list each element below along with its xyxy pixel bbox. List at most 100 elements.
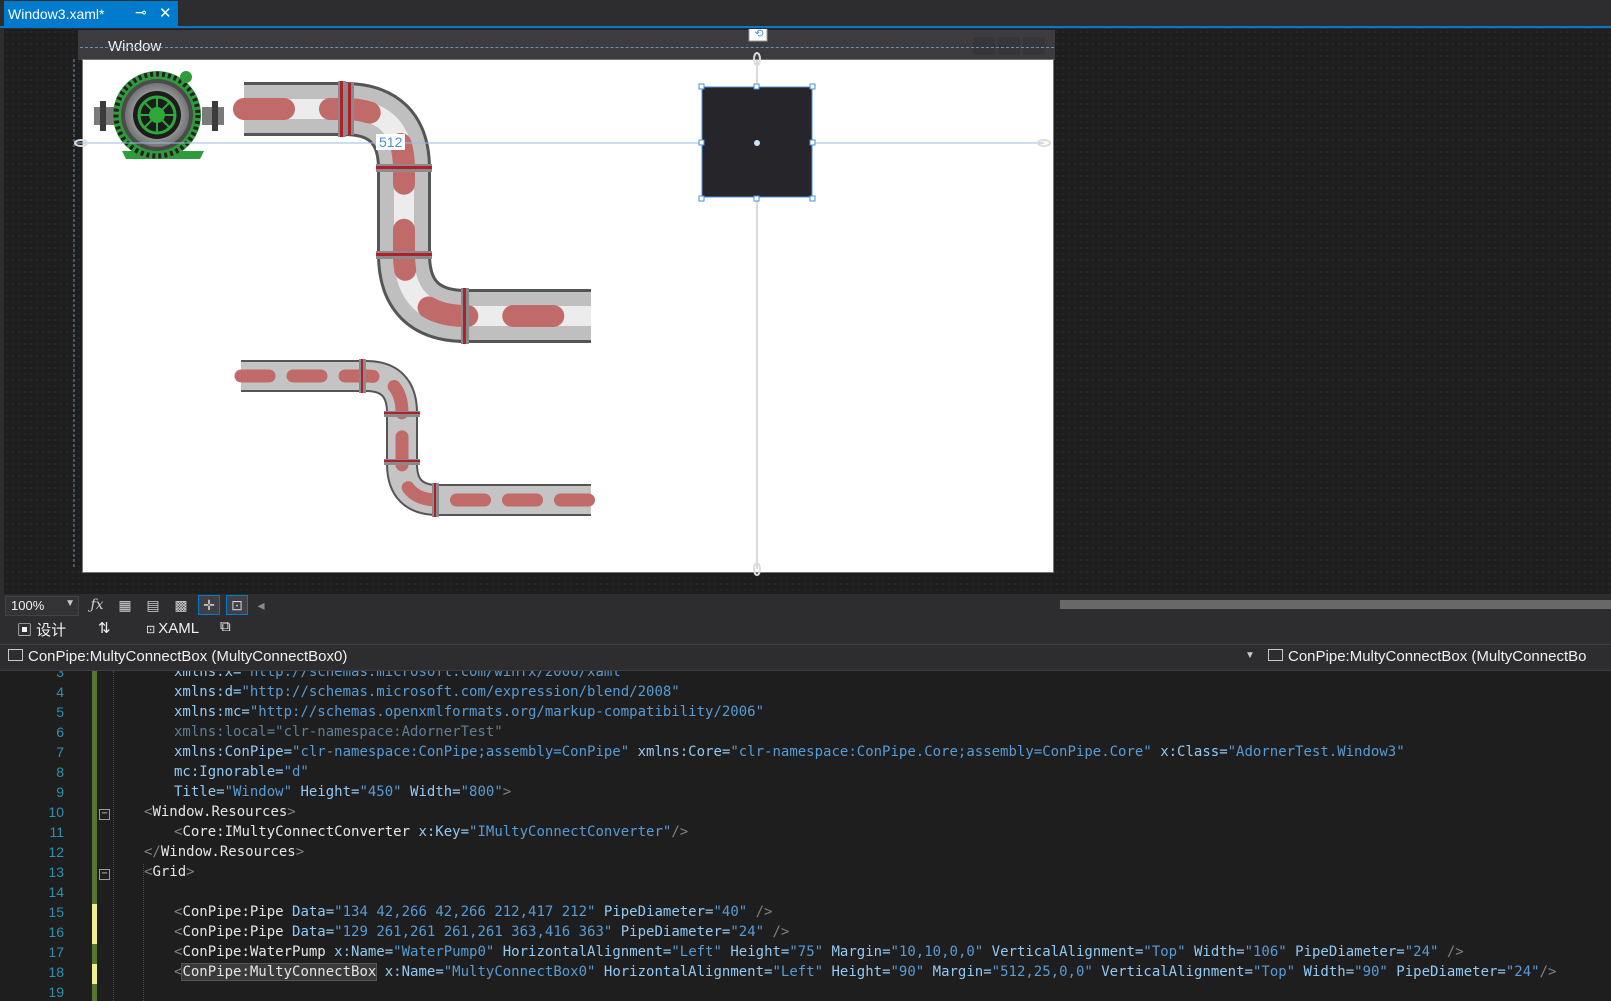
code-token: "106" [1244, 944, 1287, 960]
snap-to-snaplines-icon[interactable]: ⊡ [226, 595, 248, 615]
code-line[interactable]: 7 xmlns:ConPipe="clr-namespace:ConPipe;as… [0, 744, 1611, 764]
code-text: <Window.Resources> [144, 804, 296, 820]
line-number: 13 [48, 864, 64, 880]
code-text: <ConPipe:WaterPump x:Name="WaterPump0" H… [174, 944, 1464, 960]
tab-xaml[interactable]: ⊡ XAML [146, 620, 199, 637]
code-line[interactable]: 11 <Core:IMultyConnectConverter x:Key="IM… [0, 824, 1611, 844]
code-line[interactable]: 18 <ConPipe:MultyConnectBox x:Name="Multy… [0, 963, 1611, 984]
snap-to-gridlines-icon[interactable]: ✛ [198, 595, 220, 615]
multy-connect-box[interactable] [698, 83, 816, 202]
code-token: PipeDiameter= [595, 904, 714, 920]
code-line[interactable]: 6 xmlns:local="clr-namespace:AdornerTest" [0, 724, 1611, 744]
code-token: ConPipe:MultyConnectBox [181, 963, 378, 981]
code-line[interactable]: 15 <ConPipe:Pipe Data="134 42,266 42,266 … [0, 904, 1611, 924]
xaml-code-editor[interactable]: 3 xmlns:x="http://schemas.microsoft.com/w… [0, 671, 1611, 1001]
code-line[interactable]: 14 [0, 884, 1611, 904]
document-tab-strip: Window3.xaml* ⊸ ✕ [0, 0, 1611, 28]
code-line[interactable]: 16 <ConPipe:Pipe Data="129 261,261 261,26… [0, 924, 1611, 944]
line-number: 6 [56, 724, 64, 740]
pipe-small[interactable] [234, 359, 598, 517]
horizontal-scrollbar[interactable] [1060, 600, 1611, 609]
code-line[interactable]: 9 Title="Window" Height="450" Width="800"… [0, 784, 1611, 804]
fold-toggle-icon[interactable]: − [99, 809, 110, 820]
code-token: Title= [174, 784, 225, 800]
code-token: Grid [152, 864, 187, 880]
design-surface[interactable]: Window ⟲ 512 [4, 29, 1611, 594]
code-token: "http://schemas.microsoft.com/expression… [241, 684, 680, 700]
change-marker [92, 764, 97, 784]
element-scope-dropdown[interactable]: ConPipe:MultyConnectBox (MultyConnectBox… [8, 648, 347, 665]
element-icon [8, 649, 23, 662]
designer-canvas [73, 29, 1051, 576]
scroll-left-icon[interactable]: ◂ [250, 595, 272, 615]
close-icon[interactable]: ✕ [159, 4, 172, 22]
code-text: <ConPipe:MultyConnectBox x:Name="MultyCo… [174, 963, 1556, 981]
designer-toolbar: 100% ▼ ƒx ▦ ▤ ▩ ✛ ⊡ ◂ [0, 594, 1611, 616]
fx-icon[interactable]: ƒx [86, 595, 108, 615]
element-icon [1268, 649, 1283, 662]
water-pump[interactable] [94, 71, 224, 159]
swap-panes-icon[interactable]: ⇅ [98, 619, 111, 637]
line-number: 5 [56, 704, 64, 720]
code-line[interactable]: 17 <ConPipe:WaterPump x:Name="WaterPump0"… [0, 944, 1611, 964]
tab-strip-underline [0, 26, 1611, 28]
code-token: > [186, 864, 195, 880]
code-line[interactable]: 12 </Window.Resources> [0, 844, 1611, 864]
code-line[interactable]: 8 mc:Ignorable="d" [0, 764, 1611, 784]
grid-snap-icon[interactable]: ▤ [142, 595, 164, 615]
scale-toggle-icon[interactable]: ⟲ [753, 29, 765, 40]
change-marker [92, 844, 97, 864]
zoom-value: 100% [11, 598, 45, 613]
tab-design[interactable]: ▣ 设计 [17, 619, 66, 640]
code-token: Data= [283, 924, 335, 940]
line-number: 7 [56, 744, 64, 760]
code-token: x:Key= [410, 824, 470, 840]
change-marker [92, 904, 97, 924]
chevron-down-icon[interactable]: ▼ [1245, 650, 1255, 661]
code-text: <ConPipe:Pipe Data="134 42,266 42,266 21… [174, 904, 773, 920]
change-marker [92, 744, 97, 764]
code-token: xmlns:local="clr-namespace:AdornerTest" [174, 724, 503, 740]
code-token: </ [144, 844, 161, 860]
code-text: <Grid> [144, 864, 195, 880]
code-token: HorizontalAlignment= [494, 944, 672, 960]
code-token: Window.Resources [160, 844, 296, 860]
code-text: xmlns:mc="http://schemas.openxmlformats.… [174, 704, 764, 720]
change-marker [92, 984, 97, 1001]
code-token: /> [747, 904, 773, 920]
grid-lines-icon[interactable]: ▦ [114, 595, 136, 615]
code-token: "clr-namespace:ConPipe.Core;assembly=Con… [730, 744, 1152, 760]
code-line[interactable]: 4 xmlns:d="http://schemas.microsoft.com/e… [0, 684, 1611, 704]
code-line[interactable]: 19 [0, 984, 1611, 1001]
code-line[interactable]: 13 − <Grid> [0, 864, 1611, 884]
code-token: Data= [283, 904, 335, 920]
document-tab-title: Window3.xaml* [8, 6, 105, 22]
navigation-bar: ConPipe:MultyConnectBox (MultyConnectBox… [0, 644, 1611, 671]
code-token: Width= [1295, 964, 1355, 980]
code-token: "40" [713, 904, 748, 920]
pipe-large[interactable] [233, 81, 602, 344]
element-member-dropdown[interactable]: ConPipe:MultyConnectBox (MultyConnectBo [1268, 648, 1586, 665]
code-token: PipeDiameter= [612, 924, 731, 940]
code-line[interactable]: 3 xmlns:x="http://schemas.microsoft.com/w… [0, 671, 1611, 684]
code-token: "10,10,0,0" [890, 944, 984, 960]
line-number: 8 [56, 764, 64, 780]
code-token: "IMultyConnectConverter" [469, 824, 672, 840]
code-token: > [287, 804, 296, 820]
fold-toggle-icon[interactable]: − [99, 869, 110, 880]
zoom-dropdown[interactable]: 100% ▼ [5, 596, 79, 616]
code-token: "Left" [772, 964, 824, 980]
popout-icon[interactable]: ⧉ [220, 618, 231, 635]
artboard-background-icon[interactable]: ▩ [170, 595, 192, 615]
code-token: "512,25,0,0" [991, 964, 1093, 980]
code-line[interactable]: 10 − <Window.Resources> [0, 804, 1611, 824]
pin-icon[interactable]: ⊸ [135, 4, 147, 21]
code-line[interactable]: 5 xmlns:mc="http://schemas.openxmlformats… [0, 704, 1611, 724]
code-token: PipeDiameter= [1387, 964, 1506, 980]
document-tab[interactable]: Window3.xaml* ⊸ ✕ [4, 1, 178, 27]
code-token: x:Name= [325, 944, 394, 960]
code-text: xmlns:d="http://schemas.microsoft.com/ex… [174, 684, 680, 700]
design-icon: ▣ [17, 622, 37, 639]
code-token: x:Name= [376, 964, 444, 980]
code-token: "Top" [1252, 964, 1296, 980]
